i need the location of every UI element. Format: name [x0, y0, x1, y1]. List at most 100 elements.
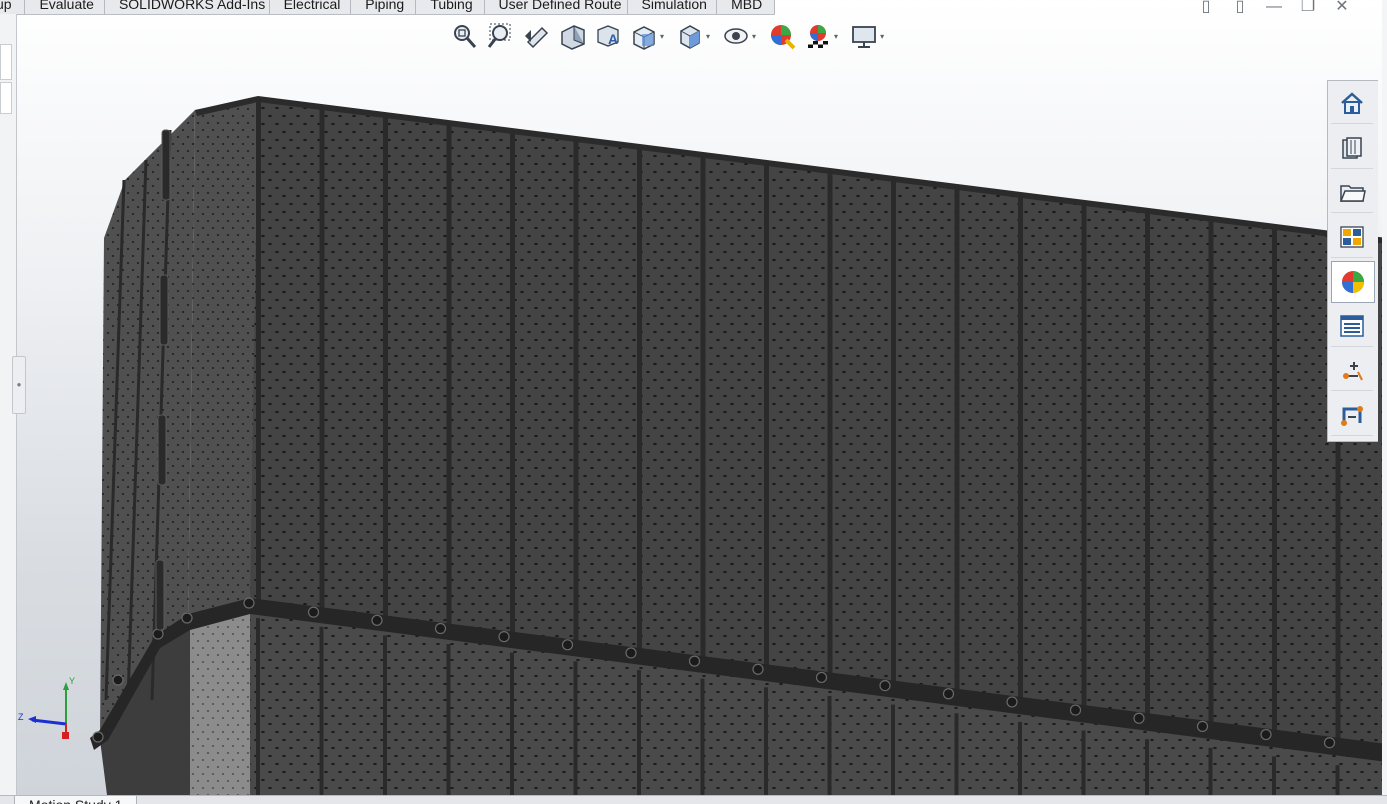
solidworks-resources-icon	[1341, 92, 1363, 114]
panel-seam	[1081, 203, 1087, 719]
panel-seam	[700, 678, 705, 803]
restore-left-icon[interactable]: ▯	[1193, 0, 1219, 20]
panel-seam	[319, 107, 325, 615]
task-pane-tab-electrical[interactable]	[1331, 350, 1373, 391]
panel-seam	[1018, 195, 1023, 710]
view-settings-button[interactable]	[848, 20, 880, 52]
panel-seam	[256, 618, 260, 803]
apply-scene-icon	[808, 25, 829, 48]
rail-bolt	[1006, 696, 1018, 708]
rail-bolt	[92, 731, 104, 743]
view-orientation-button[interactable]	[628, 20, 660, 52]
panel-seam	[383, 635, 387, 803]
view-orientation-icon	[633, 26, 655, 50]
zoom-to-fit-button[interactable]	[448, 20, 480, 52]
rail-bolt	[1069, 704, 1082, 716]
task-pane-tab-design-library[interactable]	[1331, 128, 1373, 169]
rail-bolt	[815, 671, 828, 684]
panel-seam	[256, 99, 261, 607]
custom-properties-icon	[1340, 314, 1364, 337]
enclosure-model	[90, 96, 1387, 803]
restore-right-icon[interactable]: ▯	[1227, 0, 1253, 20]
rail-bolt	[498, 631, 510, 643]
section-view-icon	[561, 25, 585, 50]
command-tab-7[interactable]: Simulation	[628, 0, 718, 14]
rail-bolt	[371, 614, 383, 626]
rail-bolt	[879, 679, 891, 692]
hide-show-items-button[interactable]	[720, 20, 752, 52]
display-style-button[interactable]	[674, 20, 706, 52]
chevron-down-icon[interactable]: ▾	[834, 32, 838, 41]
panel-seam	[446, 123, 452, 633]
panel-seam	[383, 115, 388, 624]
task-pane-tab-custom-properties[interactable]	[1331, 306, 1373, 347]
task-pane-tab-routing-library[interactable]	[1331, 395, 1373, 436]
routing-library-icon	[1341, 405, 1363, 426]
panel-seam	[637, 669, 641, 803]
panel-seam	[319, 626, 324, 803]
rail-bolt	[1260, 728, 1272, 741]
command-tab-5[interactable]: Tubing	[416, 0, 485, 14]
model-viewport[interactable]	[0, 0, 1387, 803]
svg-text:A: A	[608, 31, 618, 47]
rail-bolt	[561, 639, 574, 651]
rail-bolt	[942, 688, 955, 700]
command-tab-6[interactable]: User Defined Route	[485, 0, 628, 14]
hide-show-items-icon	[724, 28, 748, 44]
panel-seam	[954, 187, 960, 702]
panel-seam	[891, 704, 895, 803]
previous-view-button[interactable]	[520, 20, 552, 52]
panel-seam	[827, 171, 833, 684]
display-style-icon	[680, 25, 700, 49]
pane-collapse-handle[interactable]: ●	[12, 356, 26, 414]
command-tab-2[interactable]: SOLIDWORKS Add-Ins	[105, 0, 270, 14]
rail-bolt	[688, 655, 701, 667]
chevron-down-icon[interactable]: ▾	[706, 32, 710, 41]
task-pane-tab-appearances-scenes[interactable]	[1331, 261, 1375, 303]
view-settings-icon	[852, 26, 876, 48]
window-controls: ▯ ▯ — ❐ ✕	[1177, 0, 1387, 20]
pane-tab[interactable]	[0, 82, 12, 114]
panel-seam	[1272, 227, 1277, 745]
rail-bolt	[1196, 720, 1209, 732]
edit-appearance-button[interactable]	[766, 20, 798, 52]
command-tab-4[interactable]: Piping	[351, 0, 417, 14]
task-pane-edge	[1382, 0, 1387, 803]
close-button[interactable]: ✕	[1329, 0, 1355, 20]
view-palette-icon	[1340, 225, 1364, 248]
dynamic-annotation-views-button[interactable]: A	[592, 20, 624, 52]
command-tab-3[interactable]: Electrical	[270, 0, 352, 14]
panel-seam	[446, 644, 451, 803]
rail-bolt	[1133, 712, 1145, 724]
maximize-button[interactable]: ❐	[1295, 0, 1321, 20]
panel-seam	[954, 713, 959, 803]
panel-seam	[891, 179, 896, 693]
minimize-button[interactable]: —	[1261, 0, 1287, 20]
section-view-button[interactable]	[556, 20, 588, 52]
command-tab-0[interactable]: up	[0, 0, 26, 14]
zoom-to-fit-icon	[454, 25, 477, 48]
pane-tab[interactable]	[0, 44, 12, 80]
command-manager-tabs: upEvaluateSOLIDWORKS Add-InsElectricalPi…	[0, 0, 775, 15]
apply-scene-button[interactable]	[802, 20, 834, 52]
corner-panel	[188, 98, 258, 618]
command-tab-8[interactable]: MBD	[717, 0, 775, 14]
panel-seam	[1145, 211, 1150, 728]
task-pane-tab-solidworks-resources[interactable]	[1331, 83, 1373, 124]
triad-z-label: Z	[18, 712, 24, 722]
panel-seam	[637, 147, 642, 658]
panel-seam	[510, 131, 515, 641]
rail-bolt	[1323, 737, 1336, 749]
zoom-to-area-button[interactable]	[484, 20, 516, 52]
command-tab-1[interactable]: Evaluate	[25, 0, 105, 14]
chevron-down-icon[interactable]: ▾	[752, 32, 756, 41]
heads-up-view-toolbar: A ▾ ▾ ▾ ▾ ▾	[448, 18, 894, 54]
task-pane-tab-file-explorer[interactable]	[1331, 172, 1373, 213]
rail-bolt	[307, 606, 320, 618]
chevron-down-icon[interactable]: ▾	[880, 32, 884, 41]
task-pane-tab-view-palette[interactable]	[1331, 217, 1373, 258]
corner-panel-lower	[188, 610, 250, 803]
panel-seam	[510, 652, 514, 803]
design-library-icon	[1342, 136, 1362, 159]
chevron-down-icon[interactable]: ▾	[660, 32, 664, 41]
